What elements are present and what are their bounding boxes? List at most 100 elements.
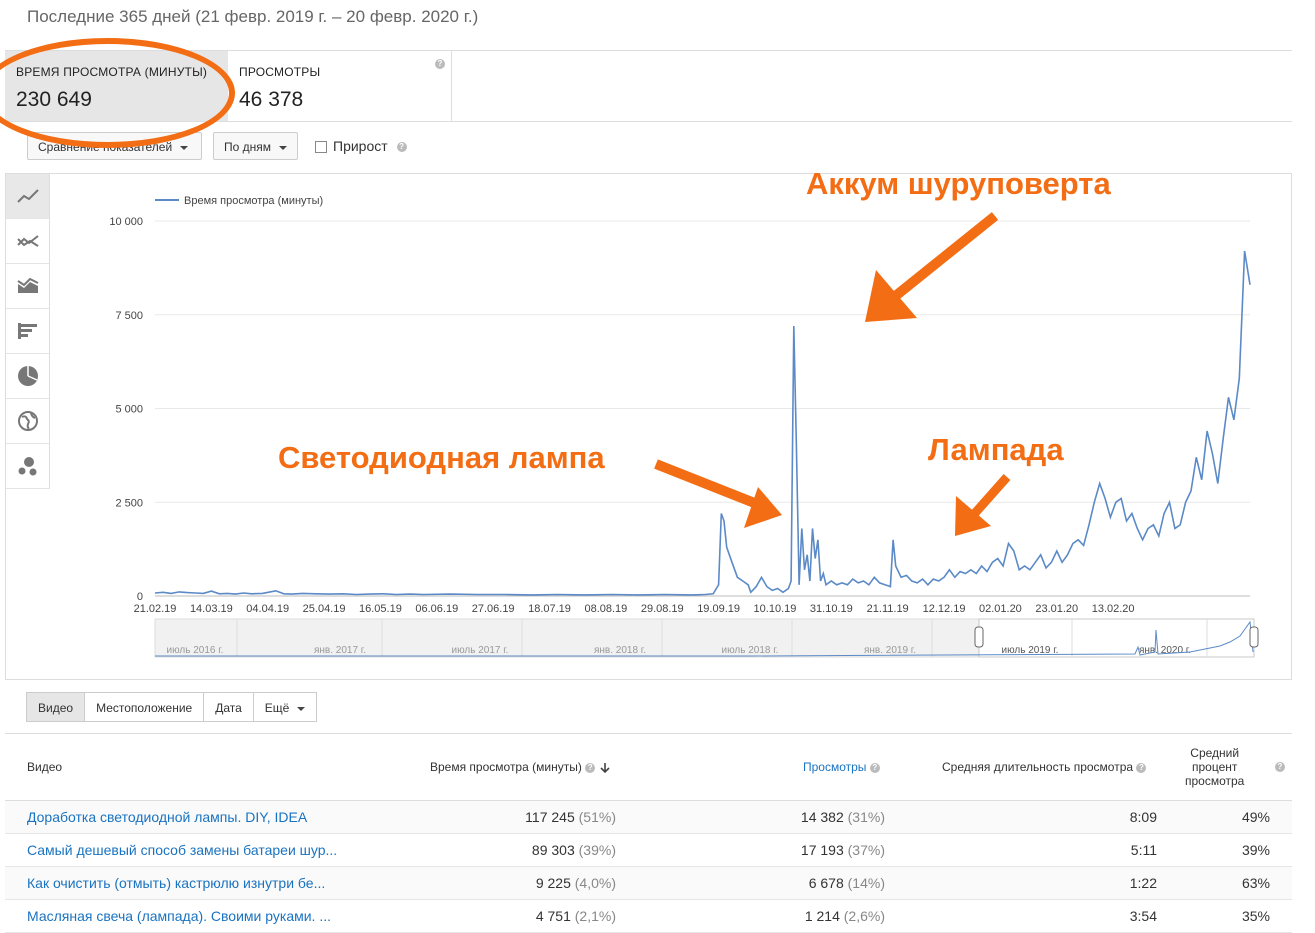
y-tick-label: 0	[137, 591, 143, 603]
dimension-tabs: Видео Местоположение Дата Ещё	[26, 692, 318, 722]
x-tick-label: 16.05.19	[359, 603, 402, 615]
navigator-tick-label: июль 2016 г.	[167, 645, 224, 656]
tab-location[interactable]: Местоположение	[84, 692, 205, 722]
arrowhead	[744, 487, 782, 528]
arrow-shaft	[879, 212, 999, 310]
annotation-battery: Аккум шуруповерта	[806, 166, 1111, 201]
header-watch-time-label: Время просмотра (минуты)	[430, 760, 582, 774]
header-avg-duration-label: Средняя длительность просмотра	[942, 760, 1134, 774]
navigator-tick-label: июль 2017 г.	[452, 645, 509, 656]
sort-down-arrow-icon	[599, 762, 610, 773]
navigator-tick-label: янв. 2017 г.	[314, 645, 366, 656]
geo-chart-tool[interactable]	[6, 399, 49, 444]
annotation-arrows	[654, 212, 1011, 536]
x-tick-label: 04.04.19	[246, 603, 289, 615]
bubble-chart-icon	[18, 457, 36, 476]
line-chart-tool[interactable]	[6, 174, 49, 219]
help-icon[interactable]: ?	[585, 762, 596, 773]
compare-metrics-label: Сравнение показателей	[38, 140, 173, 154]
watch-time-cell: 89 303 (39%)	[532, 842, 616, 858]
header-avg-duration[interactable]: Средняя длительность просмотра ?	[942, 760, 1147, 774]
y-tick-label: 7 500	[115, 310, 143, 322]
multiline-chart-tool[interactable]	[6, 219, 49, 264]
navigator-tick-label: янв. 2018 г.	[594, 645, 646, 656]
watch-time-value: 117 245	[525, 809, 575, 825]
header-views-label: Просмотры	[803, 760, 867, 774]
table-header: Видео Время просмотра (минуты) ? Просмот…	[5, 733, 1292, 801]
navigator-tick-label: июль 2018 г.	[722, 645, 779, 656]
x-tick-label: 23.01.20	[1035, 603, 1078, 615]
views-value: 1 214	[804, 908, 840, 924]
help-icon[interactable]: ?	[869, 762, 880, 773]
x-tick-label: 12.12.19	[923, 603, 966, 615]
table-row[interactable]: Масляная свеча (лампада). Своими руками.…	[5, 900, 1292, 933]
x-tick-label: 02.01.20	[979, 603, 1022, 615]
interval-dropdown[interactable]: По дням	[213, 132, 299, 160]
views-share: (14%)	[847, 875, 885, 891]
header-video[interactable]: Видео	[27, 760, 62, 774]
growth-toggle[interactable]: Прирост ?	[315, 138, 407, 154]
avg-percent-cell: 35%	[1241, 908, 1270, 924]
tab-date[interactable]: Дата	[203, 692, 254, 722]
watch-time-value: 9 225	[535, 875, 571, 891]
avg-percent-cell: 39%	[1241, 842, 1270, 858]
navigator-handle-right[interactable]	[1249, 626, 1259, 648]
views-cell: 1 214 (2,6%)	[805, 908, 885, 924]
help-icon[interactable]: ?	[1275, 762, 1285, 772]
watch-time-share: (39%)	[578, 842, 616, 858]
y-tick-label: 5 000	[115, 404, 143, 416]
views-cell: 17 193 (37%)	[801, 842, 885, 858]
views-value: 17 193	[800, 842, 844, 858]
video-title-link[interactable]: Масляная свеча (лампада). Своими руками.…	[27, 908, 331, 924]
avg-percent-cell: 63%	[1241, 875, 1270, 891]
area-chart-icon	[16, 278, 38, 293]
x-tick-label: 18.07.19	[528, 603, 571, 615]
watch-time-cell: 9 225 (4,0%)	[536, 875, 616, 891]
metric-views[interactable]: ПРОСМОТРЫ 46 378 ?	[228, 51, 452, 121]
metric-watch-time[interactable]: ВРЕМЯ ПРОСМОТРА (МИНУТЫ) 230 649	[5, 51, 228, 121]
growth-label: Прирост	[333, 138, 388, 154]
growth-checkbox[interactable]	[315, 141, 327, 154]
multiline-chart-icon	[16, 235, 39, 247]
compare-metrics-button[interactable]: Сравнение показателей	[27, 132, 202, 160]
header-views[interactable]: Просмотры ?	[803, 760, 880, 774]
tab-more[interactable]: Ещё	[252, 692, 318, 722]
bubble-chart-tool[interactable]	[6, 444, 49, 489]
help-icon[interactable]: ?	[396, 142, 407, 153]
help-icon[interactable]: ?	[1136, 762, 1147, 773]
range-navigator[interactable]: июль 2016 г. янв. 2017 г. июль 2017 г. янв.…	[154, 618, 1259, 658]
avg-duration-cell: 8:09	[1129, 809, 1157, 825]
x-tick-label: 27.06.19	[472, 603, 515, 615]
tab-video[interactable]: Видео	[26, 692, 86, 722]
pie-chart-tool[interactable]	[6, 354, 49, 399]
x-tick-label: 31.10.19	[810, 603, 853, 615]
table-row[interactable]: Доработка светодиодной лампы. DIY, IDEA 1…	[5, 801, 1292, 834]
x-tick-label: 06.06.19	[415, 603, 458, 615]
x-tick-label: 14.03.19	[190, 603, 233, 615]
table-row[interactable]: Самый дешевый способ замены батареи шур.…	[5, 834, 1292, 867]
watch-time-value: 89 303	[531, 842, 575, 858]
area-chart-tool[interactable]	[6, 264, 49, 309]
x-tick-label: 21.02.19	[134, 603, 177, 615]
table-row[interactable]: Как очистить (отмыть) кастрюлю изнутри б…	[5, 867, 1292, 900]
chevron-down-icon	[180, 145, 189, 150]
series-line	[154, 250, 1251, 596]
navigator-handle-left[interactable]	[974, 626, 984, 648]
video-title-link[interactable]: Самый дешевый способ замены батареи шур.…	[27, 842, 337, 858]
bar-chart-tool[interactable]	[6, 309, 49, 354]
chevron-down-icon	[297, 706, 306, 711]
x-tick-label: 10.10.19	[754, 603, 797, 615]
arrowhead	[865, 270, 917, 322]
globe-icon	[17, 411, 38, 431]
header-avg-percent[interactable]: Средний процент просмотра	[1185, 746, 1244, 788]
help-icon[interactable]: ?	[435, 59, 445, 69]
video-title-link[interactable]: Доработка светодиодной лампы. DIY, IDEA	[27, 809, 307, 825]
header-watch-time[interactable]: Время просмотра (минуты) ?	[430, 760, 611, 774]
metric-label: ВРЕМЯ ПРОСМОТРА (МИНУТЫ)	[16, 65, 208, 79]
date-range: Последние 365 дней (21 февр. 2019 г. – 2…	[27, 7, 479, 26]
video-title-link[interactable]: Как очистить (отмыть) кастрюлю изнутри б…	[27, 875, 325, 891]
navigator-tick-label: янв. 2019 г.	[864, 645, 916, 656]
line-chart-icon	[16, 189, 39, 203]
annotation-lampada: Лампада	[928, 432, 1064, 467]
navigator-tick-label: янв. 2020 г.	[1139, 645, 1191, 656]
